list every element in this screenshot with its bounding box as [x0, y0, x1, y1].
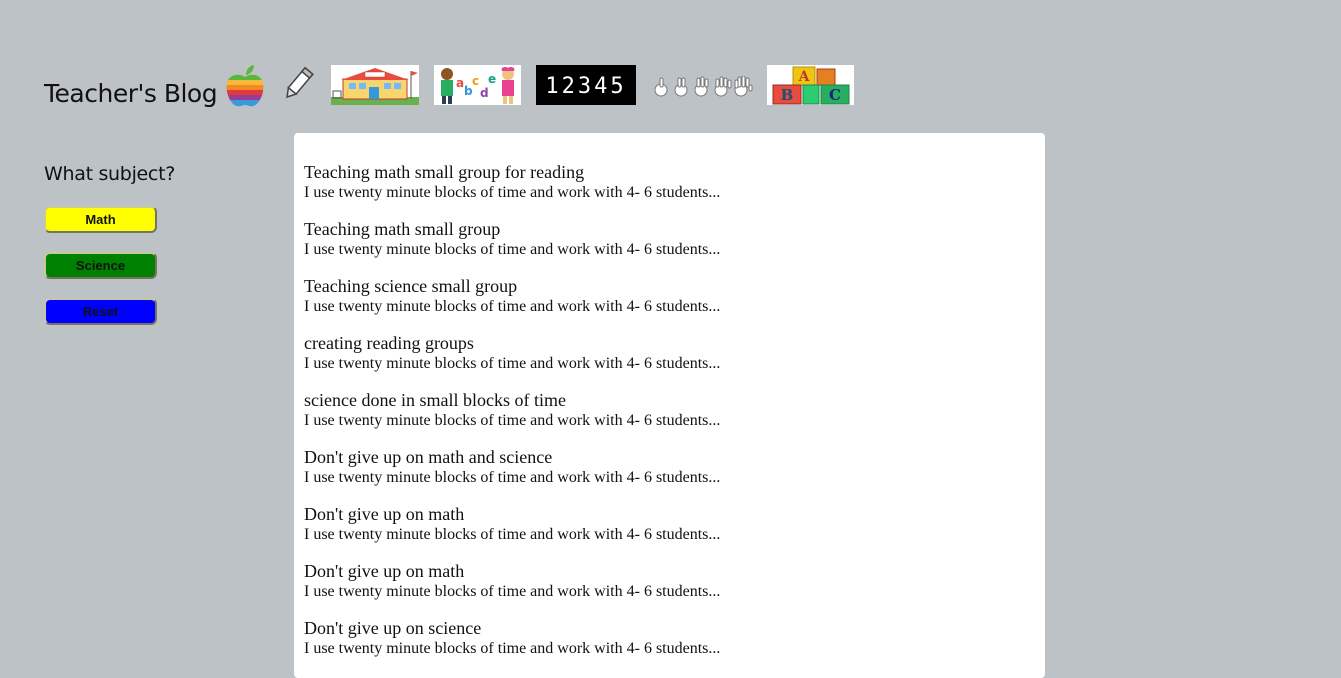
svg-text:d: d	[480, 86, 489, 100]
reset-button[interactable]: Reset	[44, 298, 157, 325]
abc-blocks-image: A B C	[767, 65, 854, 105]
kids-alphabet-image: a b c d e	[434, 65, 521, 105]
post-excerpt: I use twenty minute blocks of time and w…	[304, 583, 721, 600]
post-item[interactable]: Don't give up on math I use twenty minut…	[304, 504, 1035, 544]
post-item[interactable]: creating reading groups I use twenty min…	[304, 333, 1035, 373]
svg-text:B: B	[781, 86, 794, 104]
post-excerpt: I use twenty minute blocks of time and w…	[304, 526, 721, 543]
posts-panel: Teaching math small group for reading I …	[294, 133, 1045, 678]
pencil-icon	[286, 66, 314, 99]
counting-hands-image	[654, 76, 753, 97]
post-excerpt: I use twenty minute blocks of time and w…	[304, 469, 721, 486]
post-title[interactable]: science done in small blocks of time	[304, 390, 1035, 411]
post-item[interactable]: Teaching math small group for reading I …	[304, 162, 1035, 202]
apple-logo-icon	[226, 65, 264, 107]
svg-text:12345: 12345	[545, 74, 626, 99]
post-excerpt: I use twenty minute blocks of time and w…	[304, 184, 721, 201]
post-item[interactable]: Don't give up on science I use twenty mi…	[304, 618, 1035, 658]
science-button[interactable]: Science	[44, 252, 157, 279]
svg-text:e: e	[488, 72, 496, 86]
post-title[interactable]: Don't give up on math	[304, 504, 1035, 525]
post-item[interactable]: science done in small blocks of time I u…	[304, 390, 1035, 430]
post-title[interactable]: Don't give up on science	[304, 618, 1035, 639]
math-button[interactable]: Math	[44, 206, 157, 233]
site-header: Teacher's Blog	[44, 62, 218, 110]
post-item[interactable]: Don't give up on math and science I use …	[304, 447, 1035, 487]
svg-text:C: C	[829, 86, 841, 104]
school-building-image	[331, 65, 419, 105]
post-title[interactable]: creating reading groups	[304, 333, 1035, 354]
post-title[interactable]: Don't give up on math	[304, 561, 1035, 582]
post-excerpt: I use twenty minute blocks of time and w…	[304, 298, 721, 315]
numbers-12345-image: 12345	[536, 65, 636, 105]
svg-text:A: A	[798, 69, 811, 85]
post-item[interactable]: Don't give up on math I use twenty minut…	[304, 561, 1035, 601]
post-item[interactable]: Teaching math small group I use twenty m…	[304, 219, 1035, 259]
post-excerpt: I use twenty minute blocks of time and w…	[304, 412, 721, 429]
svg-text:a: a	[456, 76, 464, 90]
post-excerpt: I use twenty minute blocks of time and w…	[304, 355, 721, 372]
post-excerpt: I use twenty minute blocks of time and w…	[304, 241, 721, 258]
post-title[interactable]: Teaching math small group for reading	[304, 162, 1035, 183]
site-title: Teacher's Blog	[44, 78, 218, 108]
post-title[interactable]: Don't give up on math and science	[304, 447, 1035, 468]
svg-text:c: c	[472, 74, 479, 88]
post-title[interactable]: Teaching science small group	[304, 276, 1035, 297]
sidebar-heading: What subject?	[44, 163, 176, 185]
post-excerpt: I use twenty minute blocks of time and w…	[304, 640, 721, 657]
post-item[interactable]: Teaching science small group I use twent…	[304, 276, 1035, 316]
post-title[interactable]: Teaching math small group	[304, 219, 1035, 240]
